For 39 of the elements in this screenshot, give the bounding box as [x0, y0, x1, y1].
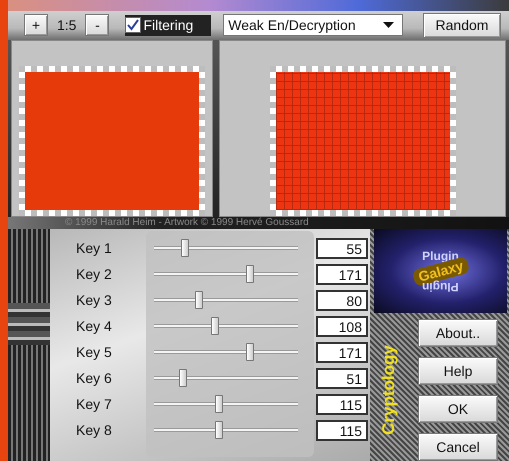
ok-button[interactable]: OK — [418, 395, 498, 423]
slider-thumb[interactable] — [211, 317, 220, 335]
key-label: Key 3 — [75, 292, 113, 308]
key-label: Key 6 — [75, 370, 113, 386]
filtering-checkbox[interactable] — [125, 17, 142, 34]
random-button[interactable]: Random — [423, 12, 501, 38]
key-label: Key 8 — [75, 422, 113, 438]
key-value-field[interactable]: 115 — [316, 394, 368, 414]
plugin-title: Cryptology — [379, 345, 399, 435]
zoom-level: 1:5 — [57, 17, 76, 34]
slider-thumb[interactable] — [214, 395, 223, 413]
key-value-field[interactable]: 171 — [316, 342, 368, 362]
zoom-in-button[interactable]: + — [24, 14, 48, 36]
dropdown-arrow-icon — [383, 22, 394, 28]
key-label: Key 2 — [75, 266, 113, 282]
key-value-field[interactable]: 115 — [316, 420, 368, 440]
copyright-text: © 1999 Harald Heim - Artwork © 1999 Hervé Goussard — [65, 217, 309, 228]
plugin-logo: Plugin Galaxy Plugin — [374, 229, 507, 313]
filtering-label: Filtering — [143, 17, 194, 34]
zoom-out-button[interactable]: - — [85, 14, 110, 36]
key-value-field[interactable]: 51 — [316, 368, 368, 388]
key-label: Key 5 — [75, 344, 113, 360]
about-button[interactable]: About.. — [418, 319, 498, 347]
cancel-button[interactable]: Cancel — [418, 433, 498, 461]
key-value-field[interactable]: 55 — [316, 238, 368, 258]
slider-thumb[interactable] — [178, 369, 187, 387]
key-label: Key 1 — [75, 240, 113, 256]
key-label: Key 4 — [75, 318, 113, 334]
key-value-field[interactable]: 80 — [316, 290, 368, 310]
slider-thumb[interactable] — [246, 265, 254, 283]
slider-thumb[interactable] — [181, 239, 190, 257]
key-value-field[interactable]: 171 — [316, 264, 368, 284]
key-value-field[interactable]: 108 — [316, 316, 368, 336]
help-button[interactable]: Help — [418, 357, 498, 385]
slider-thumb[interactable] — [195, 291, 204, 309]
key-label: Key 7 — [75, 396, 113, 412]
mode-dropdown[interactable]: Weak En/Decryption — [223, 14, 404, 36]
slider-thumb[interactable] — [246, 343, 254, 361]
slider-thumb[interactable] — [214, 421, 223, 439]
